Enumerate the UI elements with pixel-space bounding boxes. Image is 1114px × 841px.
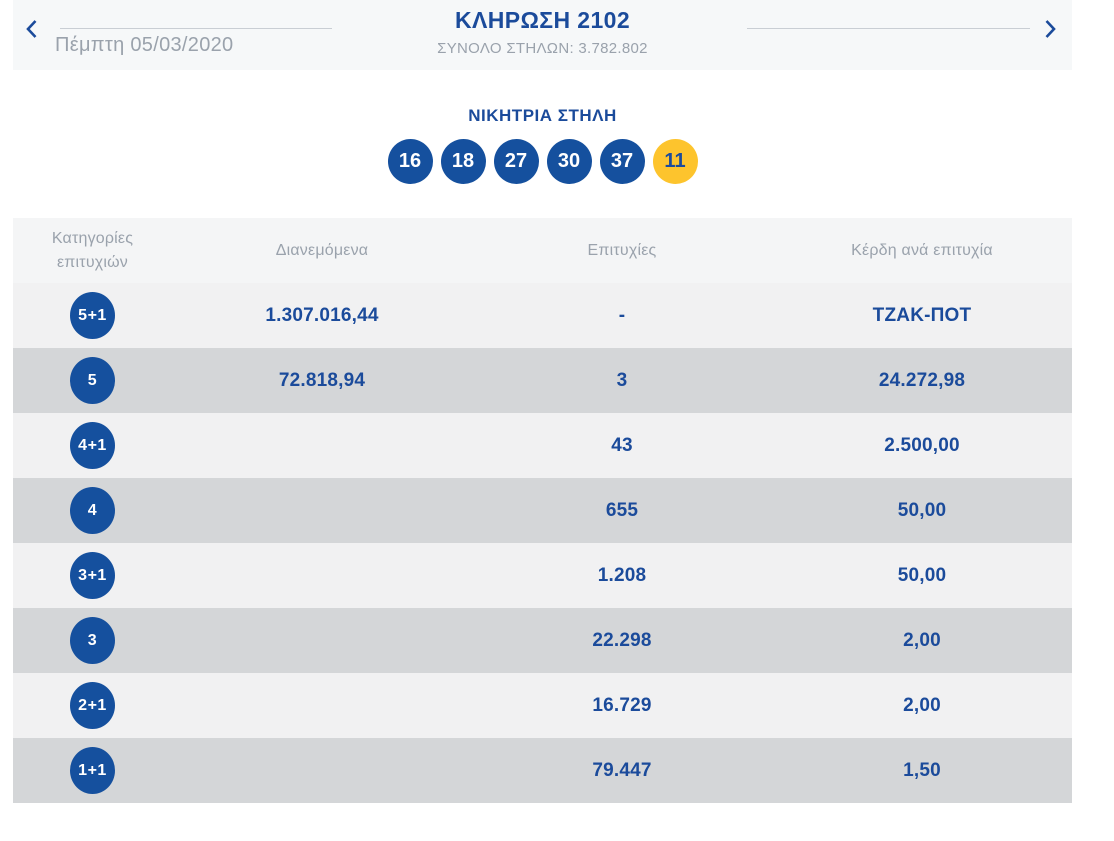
prize-tier-row: 3+1 1.208 50,00: [13, 543, 1072, 608]
winners-value: 79.447: [472, 760, 772, 782]
prize-tier-row: 4+1 43 2.500,00: [13, 413, 1072, 478]
winning-number-ball: 16: [388, 139, 433, 184]
draw-title-block: ΚΛΗΡΩΣΗ 2102 ΣΥΝΟΛΟ ΣΤΗΛΩΝ: 3.782.802: [13, 7, 1072, 57]
prize-value: 24.272,98: [772, 370, 1072, 392]
draw-header: Πέμπτη 05/03/2020 ΚΛΗΡΩΣΗ 2102 ΣΥΝΟΛΟ ΣΤ…: [13, 0, 1072, 70]
tzoker-number-ball: 11: [653, 139, 698, 184]
distributed-value: 72.818,94: [172, 370, 472, 392]
tier-badge: 4: [70, 487, 115, 534]
column-header-prize: Κέρδη ανά επιτυχία: [772, 239, 1072, 262]
winners-value: -: [472, 305, 772, 327]
prize-value: 2.500,00: [772, 435, 1072, 457]
prize-tier-row: 5 72.818,94 3 24.272,98: [13, 348, 1072, 413]
prize-value: ΤΖΑΚ-ΠΟΤ: [772, 305, 1072, 327]
winning-numbers-row: 16 18 27 30 37 11: [13, 139, 1072, 184]
prize-value: 50,00: [772, 565, 1072, 587]
winning-number-ball: 30: [547, 139, 592, 184]
winners-value: 1.208: [472, 565, 772, 587]
total-columns-label: ΣΥΝΟΛΟ ΣΤΗΛΩΝ: 3.782.802: [13, 40, 1072, 57]
prize-tier-row: 1+1 79.447 1,50: [13, 738, 1072, 803]
tier-badge: 5+1: [70, 292, 115, 339]
prize-value: 2,00: [772, 630, 1072, 652]
distributed-value: 1.307.016,44: [172, 305, 472, 327]
winners-value: 43: [472, 435, 772, 457]
winners-value: 3: [472, 370, 772, 392]
prize-value: 1,50: [772, 760, 1072, 782]
column-header-category: Κατηγορίες επιτυχιών: [13, 227, 172, 273]
prize-table: Κατηγορίες επιτυχιών Διανεμόμενα Επιτυχί…: [13, 218, 1072, 803]
draw-results-page: Πέμπτη 05/03/2020 ΚΛΗΡΩΣΗ 2102 ΣΥΝΟΛΟ ΣΤ…: [13, 0, 1072, 803]
winners-value: 22.298: [472, 630, 772, 652]
winning-number-ball: 18: [441, 139, 486, 184]
prize-value: 2,00: [772, 695, 1072, 717]
prize-tier-row: 5+1 1.307.016,44 - ΤΖΑΚ-ΠΟΤ: [13, 283, 1072, 348]
next-draw-button[interactable]: [1034, 13, 1066, 45]
header-divider-right: [747, 28, 1030, 29]
prize-tier-row: 3 22.298 2,00: [13, 608, 1072, 673]
tier-badge: 1+1: [70, 747, 115, 794]
tier-badge: 4+1: [70, 422, 115, 469]
prize-tier-row: 4 655 50,00: [13, 478, 1072, 543]
tier-badge: 3: [70, 617, 115, 664]
tier-badge: 3+1: [70, 552, 115, 599]
prize-table-header: Κατηγορίες επιτυχιών Διανεμόμενα Επιτυχί…: [13, 218, 1072, 283]
chevron-right-icon: [1044, 19, 1057, 39]
winners-value: 16.729: [472, 695, 772, 717]
winning-number-ball: 27: [494, 139, 539, 184]
winners-value: 655: [472, 500, 772, 522]
prize-value: 50,00: [772, 500, 1072, 522]
winning-number-ball: 37: [600, 139, 645, 184]
tier-badge: 5: [70, 357, 115, 404]
winning-column-heading: ΝΙΚΗΤΡΙΑ ΣΤΗΛΗ: [13, 106, 1072, 126]
draw-title: ΚΛΗΡΩΣΗ 2102: [13, 7, 1072, 34]
prize-tier-row: 2+1 16.729 2,00: [13, 673, 1072, 738]
tier-badge: 2+1: [70, 682, 115, 729]
column-header-distributed: Διανεμόμενα: [172, 239, 472, 262]
column-header-winners: Επιτυχίες: [472, 239, 772, 262]
